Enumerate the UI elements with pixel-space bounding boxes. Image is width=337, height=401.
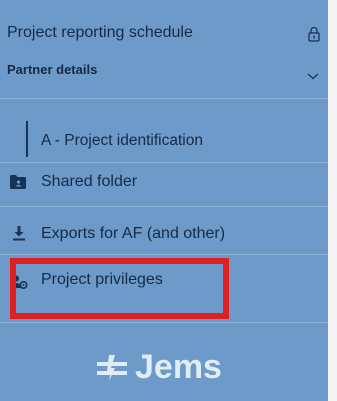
divider: [0, 322, 328, 323]
scrollbar[interactable]: [328, 0, 337, 401]
highlight-box: [10, 258, 229, 319]
chevron-down-icon[interactable]: [306, 71, 320, 81]
sidebar-item-exports[interactable]: Exports for AF (and other): [0, 220, 328, 250]
sidebar-item-label: Shared folder: [41, 173, 138, 190]
lock-icon: [308, 26, 320, 42]
divider: [0, 254, 328, 255]
project-reporting-schedule-item[interactable]: Project reporting schedule: [0, 14, 328, 48]
download-icon: [13, 226, 25, 241]
logo-text: Jems: [135, 348, 222, 386]
divider: [0, 206, 328, 207]
sidebar-item-label: A - Project identification: [41, 132, 203, 149]
partner-details-item[interactable]: Partner details: [0, 56, 328, 86]
sidebar-item-project-identification[interactable]: A - Project identification: [0, 124, 328, 154]
divider: [0, 162, 328, 163]
partner-details-label: Partner details: [7, 62, 98, 77]
jems-logo: Jems: [95, 348, 222, 387]
sidebar-item-shared-folder[interactable]: Shared folder: [0, 168, 328, 198]
schedule-label: Project reporting schedule: [7, 24, 193, 41]
logo-mark-icon: [97, 354, 127, 381]
sidebar: Project reporting schedule Partner detai…: [0, 0, 328, 401]
divider: [0, 98, 328, 99]
folder-icon: [10, 175, 26, 189]
sidebar-item-label: Exports for AF (and other): [41, 225, 226, 242]
